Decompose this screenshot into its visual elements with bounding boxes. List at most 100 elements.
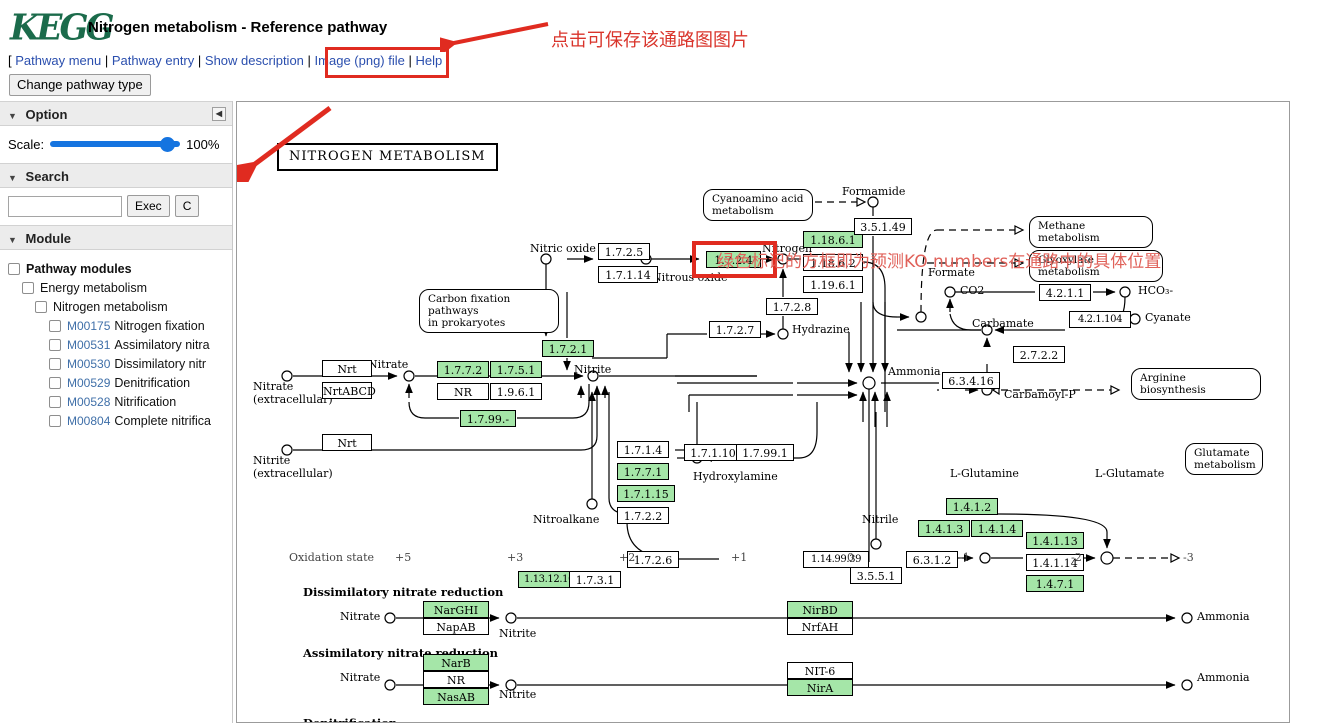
- module-tree-row[interactable]: Energy metabolism: [8, 278, 226, 297]
- enzyme-box-1.7.3.1[interactable]: 1.7.3.1: [569, 571, 621, 588]
- enzyme-box-Nrt-top[interactable]: Nrt: [322, 360, 372, 377]
- enzyme-box-1.9.6.1[interactable]: 1.9.6.1: [490, 383, 542, 400]
- enzyme-box-1.4.1.13[interactable]: 1.4.1.13: [1026, 532, 1084, 549]
- module-tree-row[interactable]: Pathway modules: [8, 259, 226, 278]
- enzyme-box-1.7.2.1[interactable]: 1.7.2.1: [542, 340, 594, 357]
- gene-box-NirBD[interactable]: NirBD: [787, 601, 853, 618]
- map-link-glutamate-metabolism[interactable]: Glutamate metabolism: [1185, 443, 1263, 476]
- checkbox-icon[interactable]: [49, 319, 61, 332]
- sidebar-section-module[interactable]: ▼ Module: [0, 225, 232, 250]
- enzyme-box-4.2.1.1[interactable]: 4.2.1.1: [1039, 284, 1091, 301]
- gene-box-NrfAH[interactable]: NrfAH: [787, 618, 853, 635]
- gene-box-NR[interactable]: NR: [423, 670, 489, 688]
- gene-box-NarB[interactable]: NarB: [423, 653, 489, 671]
- gene-box-NasAB[interactable]: NasAB: [423, 687, 489, 705]
- module-tree-row[interactable]: M00530 Dissimilatory nitr: [8, 354, 226, 373]
- map-link-methane-metabolism[interactable]: Methane metabolism: [1029, 216, 1153, 249]
- compound-hydrazine[interactable]: Hydrazine: [792, 323, 850, 337]
- scale-slider-thumb[interactable]: [160, 137, 176, 152]
- compound-l-glutamate[interactable]: L-Glutamate: [1095, 467, 1164, 481]
- map-link-cyanoamino-acid[interactable]: Cyanoamino acid metabolism: [703, 189, 813, 222]
- module-tree-row[interactable]: M00175 Nitrogen fixation: [8, 316, 226, 335]
- gene-box-NIT-6[interactable]: NIT-6: [787, 662, 853, 679]
- compound-dissimilatory-nitrate-reduction-end[interactable]: Ammonia: [1197, 610, 1250, 624]
- enzyme-box-3.5.1.49[interactable]: 3.5.1.49: [854, 218, 912, 235]
- compound-cyanate[interactable]: Cyanate: [1145, 311, 1191, 325]
- compound-nitrate-extracellular[interactable]: Nitrate (extracellular): [253, 380, 333, 406]
- enzyme-box-1.4.7.1[interactable]: 1.4.7.1: [1026, 575, 1084, 592]
- compound-nitric-oxide[interactable]: Nitric oxide: [530, 242, 596, 256]
- compound-hydroxylamine[interactable]: Hydroxylamine: [693, 470, 778, 484]
- checkbox-icon[interactable]: [49, 395, 61, 408]
- compound-formamide[interactable]: Formamide: [842, 185, 905, 199]
- nav-link-help[interactable]: Help: [416, 53, 443, 68]
- enzyme-box-1.7.7.1[interactable]: 1.7.7.1: [617, 463, 669, 480]
- enzyme-box-1.7.1.14[interactable]: 1.7.1.14: [598, 266, 658, 283]
- module-tree-row[interactable]: M00804 Complete nitrifica: [8, 411, 226, 430]
- compound-nitrous-oxide[interactable]: Nitrous oxide: [652, 271, 728, 285]
- sidebar-section-search[interactable]: ▼ Search: [0, 163, 232, 188]
- enzyme-box-1.4.1.2[interactable]: 1.4.1.2: [946, 498, 998, 515]
- sidebar-section-option[interactable]: ▼ Option ◀: [0, 101, 232, 126]
- sidebar-collapse-button[interactable]: ◀: [212, 107, 226, 121]
- compound-co2[interactable]: CO2: [960, 284, 984, 298]
- module-tree-row[interactable]: Nitrogen metabolism: [8, 297, 226, 316]
- enzyme-box-1.7.2.5[interactable]: 1.7.2.5: [598, 243, 650, 260]
- map-link-carbon-fixation[interactable]: Carbon fixation pathways in prokaryotes: [419, 289, 559, 334]
- enzyme-box-1.4.1.4[interactable]: 1.4.1.4: [971, 520, 1023, 537]
- enzyme-box-1.7.2.7[interactable]: 1.7.2.7: [709, 321, 761, 338]
- compound-hco3[interactable]: HCO₃-: [1138, 284, 1173, 298]
- enzyme-box-Nrt-bottom[interactable]: Nrt: [322, 434, 372, 451]
- enzyme-box-1.7.7.2[interactable]: 1.7.7.2: [437, 361, 489, 378]
- compound-carbamate[interactable]: Carbamate: [972, 317, 1034, 331]
- search-input[interactable]: [8, 195, 122, 217]
- compound-l-glutamine[interactable]: L-Glutamine: [950, 467, 1019, 481]
- enzyme-box-NrtABCD[interactable]: NrtABCD: [322, 382, 376, 399]
- enzyme-box-1.7.1.15[interactable]: 1.7.1.15: [617, 485, 675, 502]
- compound-assimilatory-nitrate-reduction-start[interactable]: Nitrate: [340, 671, 380, 685]
- change-pathway-type-button[interactable]: Change pathway type: [9, 74, 151, 96]
- enzyme-box-1.19.6.1[interactable]: 1.19.6.1: [803, 276, 863, 293]
- compound-nitrile[interactable]: Nitrile: [862, 513, 898, 527]
- nav-link-image-png-file[interactable]: Image (png) file: [315, 53, 405, 68]
- compound-nitrite-extracellular[interactable]: Nitrite (extracellular): [253, 454, 333, 480]
- checkbox-icon[interactable]: [49, 414, 61, 427]
- gene-box-NarGHI[interactable]: NarGHI: [423, 601, 489, 618]
- scale-slider[interactable]: [50, 137, 181, 152]
- checkbox-icon[interactable]: [49, 338, 61, 351]
- module-tree-row[interactable]: M00531 Assimilatory nitra: [8, 335, 226, 354]
- enzyme-box-1.7.2.2[interactable]: 1.7.2.2: [617, 507, 669, 524]
- compound-nitrate-mid[interactable]: Nitrate: [368, 358, 408, 372]
- enzyme-box-1.4.1.3[interactable]: 1.4.1.3: [918, 520, 970, 537]
- search-clear-button[interactable]: C: [174, 195, 200, 217]
- compound-dissimilatory-nitrate-reduction-start[interactable]: Nitrate: [340, 610, 380, 624]
- compound-ammonia-mid[interactable]: Ammonia: [888, 365, 941, 379]
- enzyme-box-3.5.5.1[interactable]: 3.5.5.1: [850, 567, 902, 584]
- compound-assimilatory-nitrate-reduction-end[interactable]: Ammonia: [1197, 671, 1250, 685]
- module-tree-row[interactable]: M00528 Nitrification: [8, 392, 226, 411]
- enzyme-box-1.7.1.10[interactable]: 1.7.1.10: [684, 444, 742, 461]
- checkbox-icon[interactable]: [49, 357, 61, 370]
- enzyme-box-2.7.2.2[interactable]: 2.7.2.2: [1013, 346, 1065, 363]
- nav-link-pathway-entry[interactable]: Pathway entry: [112, 53, 194, 68]
- enzyme-box-NR[interactable]: NR: [437, 383, 489, 400]
- compound-assimilatory-nitrate-reduction-mid[interactable]: Nitrite: [499, 688, 536, 702]
- enzyme-box-6.3.1.2[interactable]: 6.3.1.2: [906, 551, 958, 568]
- search-exec-button[interactable]: Exec: [127, 195, 170, 217]
- nav-link-show-description[interactable]: Show description: [205, 53, 304, 68]
- enzyme-box-4.2.1.104[interactable]: 4.2.1.104: [1069, 311, 1131, 328]
- compound-dissimilatory-nitrate-reduction-mid[interactable]: Nitrite: [499, 627, 536, 641]
- enzyme-box-1.7.99.1[interactable]: 1.7.99.1: [736, 444, 794, 461]
- compound-carbamoyl-p[interactable]: Carbamoyl-P: [1004, 388, 1076, 402]
- checkbox-icon[interactable]: [35, 300, 47, 313]
- compound-nitroalkane[interactable]: Nitroalkane: [533, 513, 599, 527]
- checkbox-icon[interactable]: [8, 262, 20, 275]
- module-tree-row[interactable]: M00529 Denitrification: [8, 373, 226, 392]
- checkbox-icon[interactable]: [49, 376, 61, 389]
- compound-nitrite-mid[interactable]: Nitrite: [574, 363, 611, 377]
- nav-link-pathway-menu[interactable]: Pathway menu: [15, 53, 101, 68]
- enzyme-box-6.3.4.16[interactable]: 6.3.4.16: [942, 372, 1000, 389]
- enzyme-box-1.7.5.1[interactable]: 1.7.5.1: [490, 361, 542, 378]
- enzyme-box-1.7.99.-[interactable]: 1.7.99.-: [460, 410, 516, 427]
- enzyme-box-1.7.2.8[interactable]: 1.7.2.8: [766, 298, 818, 315]
